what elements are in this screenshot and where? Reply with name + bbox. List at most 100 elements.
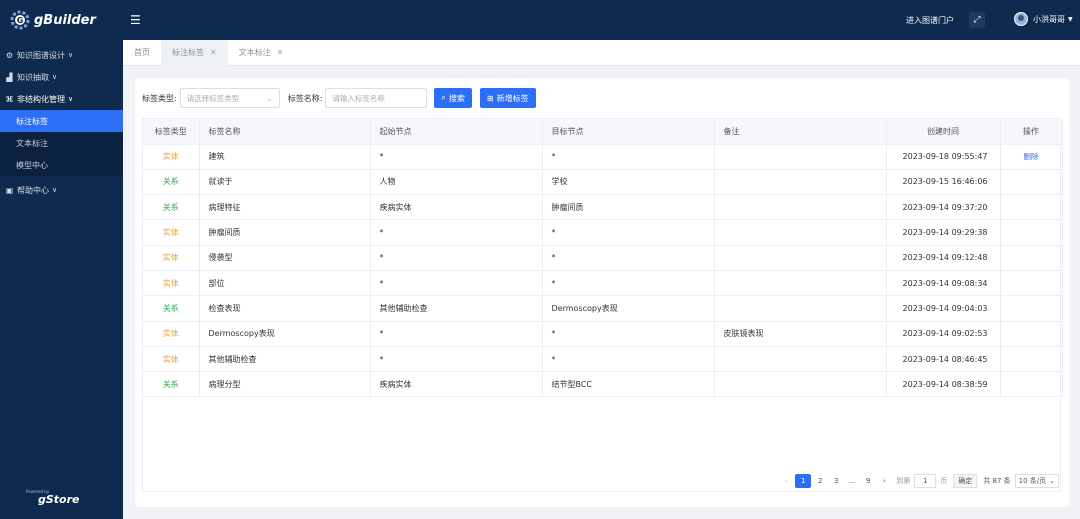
created-time-cell: 2023-09-14 09:37:20 xyxy=(886,194,1001,221)
chevron-down-icon: ∨ xyxy=(68,95,74,103)
goto-confirm-button[interactable]: 确定 xyxy=(953,474,978,488)
note-cell xyxy=(714,144,887,170)
target-node-cell: * xyxy=(542,346,715,373)
tag-name-cell: Dermoscopy表现 xyxy=(199,321,371,347)
table-row: 关系 病理特征 疾病实体 肿瘤间质 2023-09-14 09:37:20 xyxy=(143,194,1063,221)
page-unit: 页 xyxy=(940,477,948,485)
start-node-cell: 其他辅助检查 xyxy=(370,295,543,322)
menu-toggle-icon[interactable]: ☰ xyxy=(130,13,141,27)
action-cell xyxy=(1000,295,1063,322)
note-cell xyxy=(714,371,887,398)
tag-name-cell: 就读于 xyxy=(199,169,371,196)
action-cell: 删除 xyxy=(1000,144,1063,170)
created-time-cell: 2023-09-15 16:46:06 xyxy=(886,169,1001,196)
svg-text:G: G xyxy=(17,16,24,25)
top-bar: ☰ 进入图谱门户 ⤢ 小洪哥哥 ▼ xyxy=(123,0,1080,40)
sidebar-subitem-label: 模型中心 xyxy=(16,160,48,170)
tags-table: 标签类型 标签名称 起始节点 目标节点 备注 创建时间 操作 实体 建筑 * * 202… xyxy=(142,118,1063,492)
prev-page-icon[interactable]: ‹ xyxy=(779,474,793,488)
page-size-select[interactable]: 10 条/页 ⌄ xyxy=(1014,474,1059,488)
user-menu[interactable]: 小洪哥哥 ▼ xyxy=(1014,12,1073,26)
sidebar-subitem-text-annotation[interactable]: 文本标注 xyxy=(0,132,123,154)
sidebar-subitem-label-tags[interactable]: 标注标签 xyxy=(0,110,123,132)
sidebar-item-unstructured[interactable]: ⌘ 非结构化管理 ∨ xyxy=(0,88,123,110)
page-tabs: 首页 标注标签 ✕ 文本标注 ✕ xyxy=(123,39,1080,66)
search-button[interactable]: ⌕ 搜索 xyxy=(434,88,472,108)
tag-type-cell: 关系 xyxy=(143,295,200,322)
filter-bar: 标签类型: 请选择标签类型 ⌄ 标签名称: 请输入标签名称 ⌕ 搜索 ⊞ 新增标… xyxy=(142,88,544,108)
tag-type-cell: 实体 xyxy=(143,245,200,271)
start-node-cell: * xyxy=(370,245,543,271)
created-time-cell: 2023-09-14 08:38:59 xyxy=(886,371,1001,398)
gear-icon: ⚙ xyxy=(5,50,14,60)
target-node-cell: 结节型BCC xyxy=(542,371,715,398)
created-time-cell: 2023-09-14 09:29:38 xyxy=(886,219,1001,246)
tab-label-tags[interactable]: 标注标签 ✕ xyxy=(161,39,228,66)
chart-icon: ▟ xyxy=(6,72,13,82)
tag-name-cell: 肿瘤间质 xyxy=(199,219,371,246)
sidebar-subitem-model-center[interactable]: 模型中心 xyxy=(0,154,123,176)
chevron-down-icon: ∨ xyxy=(52,186,58,194)
tag-name-cell: 部位 xyxy=(199,270,371,297)
goto-page-input[interactable]: 1 xyxy=(914,474,937,488)
type-select[interactable]: 请选择标签类型 ⌄ xyxy=(179,88,280,108)
target-node-cell: * xyxy=(542,321,715,347)
close-icon[interactable]: ✕ xyxy=(277,48,284,57)
table-row: 实体 Dermoscopy表现 * * 皮肤镜表现 2023-09-14 09:02:53 xyxy=(143,321,1063,347)
name-input[interactable]: 请输入标签名称 xyxy=(325,88,428,108)
created-time-cell: 2023-09-14 09:12:48 xyxy=(886,245,1001,271)
tag-type-cell: 实体 xyxy=(143,321,200,347)
note-cell xyxy=(714,219,887,246)
pagination: ‹ 1 2 3 ... 9 › 到第 1 页 确定 共 87 条 10 条/页 … xyxy=(778,473,1059,489)
tag-name-cell: 其他辅助检查 xyxy=(199,346,371,373)
action-cell xyxy=(1000,245,1063,271)
sidebar-item-extraction[interactable]: ▟ 知识抽取 ∨ xyxy=(0,66,123,88)
tab-home[interactable]: 首页 xyxy=(123,40,161,66)
tag-type-cell: 实体 xyxy=(143,219,200,246)
help-icon: ▣ xyxy=(5,185,14,195)
chevron-down-icon: ∨ xyxy=(52,73,58,81)
tag-type-cell: 实体 xyxy=(143,144,200,170)
tag-type-cell: 实体 xyxy=(143,346,200,373)
add-tag-button[interactable]: ⊞ 新增标签 xyxy=(479,88,536,108)
sidebar-item-help[interactable]: ▣ 帮助中心 ∨ xyxy=(0,179,123,201)
tab-label: 标注标签 xyxy=(172,48,204,57)
column-header: 目标节点 xyxy=(542,119,715,145)
type-select-placeholder: 请选择标签类型 xyxy=(186,93,240,103)
start-node-cell: 疾病实体 xyxy=(370,371,543,398)
delete-link[interactable]: 删除 xyxy=(1024,152,1039,161)
portal-link[interactable]: 进入图谱门户 xyxy=(906,15,954,26)
app-title: gBuilder xyxy=(34,12,96,28)
page-number[interactable]: 1 xyxy=(795,474,812,488)
sidebar-item-kg-design[interactable]: ⚙ 知识图谱设计 ∨ xyxy=(0,44,123,66)
start-node-cell: * xyxy=(370,144,543,170)
gstore-brand: gStore xyxy=(38,493,80,506)
sidebar-subitem-label: 文本标注 xyxy=(16,138,48,148)
page-number[interactable]: 3 xyxy=(829,474,843,488)
note-cell xyxy=(714,270,887,297)
app-logo[interactable]: G gBuilder xyxy=(0,0,123,40)
sidebar: G gBuilder ⚙ 知识图谱设计 ∨ ▟ 知识抽取 ∨ ⌘ 非结构化管理 … xyxy=(0,0,123,519)
search-icon: ⌕ xyxy=(441,93,446,102)
column-header: 标签名称 xyxy=(199,119,371,145)
fullscreen-icon[interactable]: ⤢ xyxy=(969,12,985,28)
start-node-cell: 人物 xyxy=(370,169,543,196)
created-time-cell: 2023-09-14 08:46:45 xyxy=(886,346,1001,373)
page-ellipsis[interactable]: ... xyxy=(845,474,859,488)
table-row: 实体 部位 * * 2023-09-14 09:08:34 xyxy=(143,270,1063,297)
action-cell xyxy=(1000,169,1063,196)
action-cell xyxy=(1000,194,1063,221)
page-number[interactable]: 2 xyxy=(813,474,827,488)
page-number[interactable]: 9 xyxy=(861,474,875,488)
target-node-cell: 肿瘤间质 xyxy=(542,194,715,221)
start-node-cell: * xyxy=(370,346,543,373)
start-node-cell: * xyxy=(370,270,543,297)
tag-type-cell: 关系 xyxy=(143,371,200,398)
tab-text-annotation[interactable]: 文本标注 ✕ xyxy=(228,40,295,66)
action-cell xyxy=(1000,219,1063,246)
chevron-down-icon: ⌄ xyxy=(266,93,273,103)
next-page-icon[interactable]: › xyxy=(877,474,891,488)
close-icon[interactable]: ✕ xyxy=(210,48,217,57)
target-node-cell: * xyxy=(542,144,715,170)
chevron-down-icon: ⌄ xyxy=(1049,477,1055,485)
